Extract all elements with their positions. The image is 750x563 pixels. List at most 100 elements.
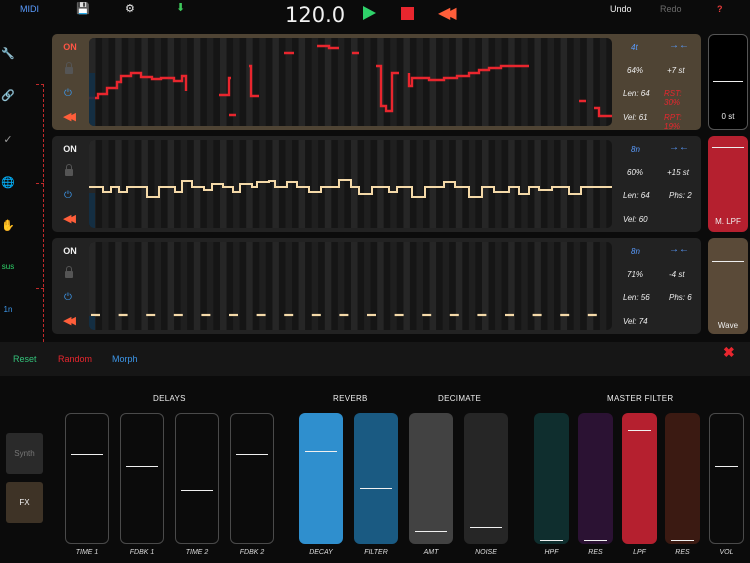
step-column[interactable]	[468, 38, 476, 126]
step-column[interactable]	[311, 140, 319, 228]
slider-handle[interactable]	[126, 466, 158, 467]
fx-mode-button[interactable]: FX	[6, 482, 43, 523]
step-column[interactable]	[233, 38, 240, 126]
step-column[interactable]	[508, 242, 515, 330]
fader-handle[interactable]	[713, 81, 743, 82]
step-column[interactable]	[560, 242, 568, 330]
time 2-slider[interactable]	[175, 413, 219, 544]
step-column[interactable]	[599, 242, 607, 330]
step-column[interactable]	[115, 140, 122, 228]
step-column[interactable]	[534, 38, 541, 126]
step-column[interactable]	[167, 242, 175, 330]
step-column[interactable]	[311, 242, 319, 330]
slider-handle[interactable]	[360, 488, 392, 489]
link-icon[interactable]: 🔗	[0, 89, 16, 102]
step-column[interactable]	[272, 242, 279, 330]
step-column[interactable]	[495, 242, 502, 330]
track-on-toggle[interactable]: ON	[52, 144, 88, 154]
step-column[interactable]	[508, 140, 515, 228]
step-column[interactable]	[298, 242, 306, 330]
rewind-icon[interactable]: ◀◀	[438, 3, 456, 23]
step-column[interactable]	[377, 242, 384, 330]
step-column[interactable]	[351, 38, 358, 126]
rewind-icon[interactable]: ◀◀	[63, 110, 76, 123]
repeat-chance-value[interactable]: RPT: 19%	[664, 113, 699, 131]
rate-toggle[interactable]: 1n	[0, 305, 16, 314]
power-icon[interactable]: ⏻	[64, 292, 72, 303]
close-icon[interactable]: ✖	[723, 344, 735, 361]
globe-icon[interactable]: 🌐	[0, 176, 16, 189]
step-column[interactable]	[193, 140, 201, 228]
rewind-icon[interactable]: ◀◀	[63, 314, 76, 327]
gear-icon[interactable]: ⚙	[125, 2, 135, 15]
step-column[interactable]	[115, 242, 122, 330]
play-icon[interactable]	[363, 6, 376, 20]
step-column[interactable]	[468, 140, 476, 228]
slider-handle[interactable]	[715, 466, 738, 467]
step-column[interactable]	[547, 140, 555, 228]
step-column[interactable]	[298, 38, 306, 126]
step-column[interactable]	[102, 38, 109, 126]
step-column[interactable]	[390, 140, 397, 228]
step-column[interactable]	[233, 140, 240, 228]
step-column[interactable]	[154, 38, 162, 126]
step-column[interactable]	[141, 242, 148, 330]
power-icon[interactable]: ⏻	[64, 88, 72, 99]
step-column[interactable]	[141, 140, 148, 228]
length-value[interactable]: Len: 64	[623, 191, 650, 200]
slider-handle[interactable]	[584, 540, 607, 541]
step-column[interactable]	[442, 242, 450, 330]
step-column[interactable]	[351, 242, 358, 330]
res-slider[interactable]	[578, 413, 613, 544]
power-icon[interactable]: ⏻	[64, 190, 72, 201]
slider-handle[interactable]	[628, 430, 651, 431]
step-column[interactable]	[573, 140, 581, 228]
hpf-slider[interactable]	[534, 413, 569, 544]
phase-value[interactable]: Phs: 2	[669, 191, 692, 200]
step-column[interactable]	[586, 38, 594, 126]
step-column[interactable]	[599, 140, 607, 228]
velocity-value[interactable]: Vel: 61	[623, 113, 648, 122]
step-column[interactable]	[220, 38, 227, 126]
step-column[interactable]	[364, 140, 371, 228]
step-column[interactable]	[154, 242, 162, 330]
step-column[interactable]	[154, 140, 162, 228]
undo-button[interactable]: Undo	[610, 4, 632, 14]
pitch-fader[interactable]: 0 st	[708, 34, 748, 130]
step-column[interactable]	[180, 242, 188, 330]
step-column[interactable]	[560, 140, 568, 228]
slider-handle[interactable]	[671, 540, 694, 541]
velocity-value[interactable]: Vel: 74	[623, 317, 648, 326]
swing-value[interactable]: 64%	[627, 66, 643, 75]
help-button[interactable]: ?	[717, 4, 723, 14]
step-column[interactable]	[246, 242, 253, 330]
step-column[interactable]	[311, 38, 319, 126]
lock-icon[interactable]	[65, 62, 73, 74]
track-on-toggle[interactable]: ON	[52, 246, 88, 256]
sus-toggle[interactable]: sus	[0, 262, 16, 271]
step-column[interactable]	[482, 242, 489, 330]
step-column[interactable]	[403, 140, 410, 228]
step-column[interactable]	[416, 140, 424, 228]
division-value[interactable]: 4t	[631, 43, 638, 52]
step-column[interactable]	[534, 242, 541, 330]
lock-icon[interactable]	[65, 164, 73, 176]
slider-handle[interactable]	[540, 540, 563, 541]
step-column[interactable]	[521, 242, 528, 330]
step-column[interactable]	[455, 140, 463, 228]
save-icon[interactable]: 💾	[76, 2, 90, 15]
step-column[interactable]	[285, 242, 293, 330]
step-column[interactable]	[429, 140, 437, 228]
step-column[interactable]	[324, 242, 332, 330]
fdbk 1-slider[interactable]	[120, 413, 164, 544]
link-arrows-icon[interactable]: →←	[669, 244, 689, 255]
slider-handle[interactable]	[71, 454, 103, 455]
division-value[interactable]: 8n	[631, 247, 640, 256]
step-sequence-grid[interactable]	[89, 38, 612, 126]
step-column[interactable]	[128, 140, 135, 228]
step-column[interactable]	[586, 140, 594, 228]
redo-button[interactable]: Redo	[660, 4, 682, 14]
step-column[interactable]	[102, 242, 109, 330]
noise-slider[interactable]	[464, 413, 508, 544]
tempo-display[interactable]: 120.0	[285, 3, 345, 27]
